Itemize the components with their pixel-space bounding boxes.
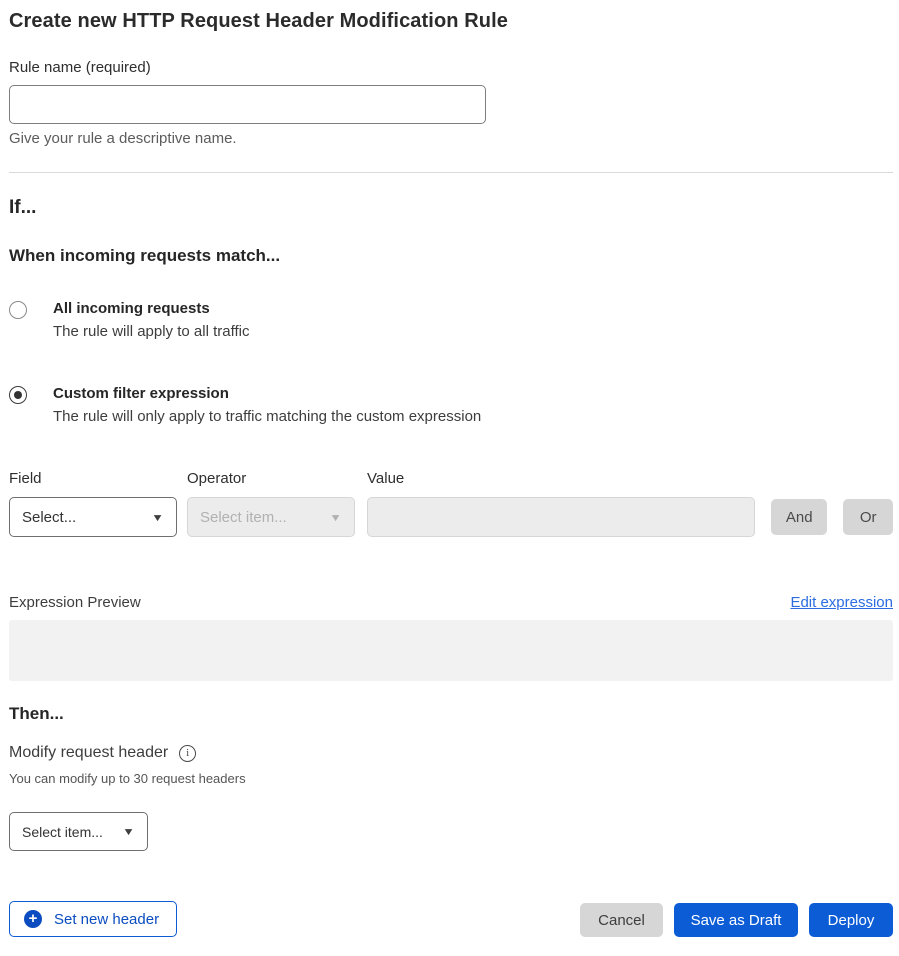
radio-button-selected[interactable] [9,386,27,404]
expression-preview-header: Expression Preview Edit expression [9,594,893,611]
then-heading: Then... [9,704,893,724]
chevron-down-icon: ▼ [329,512,342,522]
section-divider [9,172,893,173]
expression-builder-row: Field Select... ▼ Operator Select item..… [9,470,893,537]
field-select-value: Select... [22,509,76,526]
if-heading: If... [9,197,893,219]
and-button[interactable]: And [771,499,827,535]
create-rule-form: Create new HTTP Request Header Modificat… [0,0,899,956]
save-as-draft-button[interactable]: Save as Draft [674,903,798,937]
value-input [367,497,755,537]
or-button[interactable]: Or [843,499,893,535]
deploy-button[interactable]: Deploy [809,903,893,937]
header-action-select-value: Select item... [22,824,103,840]
plus-icon: + [24,910,42,928]
rule-name-label: Rule name (required) [9,59,893,76]
operator-select-value: Select item... [200,509,287,526]
radio-desc-all-requests: The rule will apply to all traffic [53,323,249,340]
radio-label-all-requests[interactable]: All incoming requests [53,300,249,317]
radio-button-unselected[interactable] [9,301,27,319]
expression-preview-box [9,620,893,681]
chevron-down-icon: ▼ [122,826,135,836]
operator-select: Select item... ▼ [187,497,355,537]
set-new-header-label: Set new header [54,911,159,928]
field-label: Field [9,470,177,487]
modify-help-text: You can modify up to 30 request headers [9,771,893,786]
rule-name-input[interactable] [9,85,486,124]
operator-label: Operator [187,470,355,487]
match-subheading: When incoming requests match... [9,246,893,266]
cancel-button[interactable]: Cancel [580,903,663,937]
radio-label-custom-expression[interactable]: Custom filter expression [53,385,481,402]
modify-request-header-label: Modify request header [9,744,168,762]
info-icon[interactable]: i [179,745,196,762]
edit-expression-link[interactable]: Edit expression [790,594,893,611]
chevron-down-icon: ▼ [151,512,164,522]
footer-actions: Cancel Save as Draft Deploy [580,903,893,937]
expression-preview-label: Expression Preview [9,594,141,611]
radio-desc-custom-expression: The rule will only apply to traffic matc… [53,408,481,425]
value-label: Value [367,470,755,487]
radio-option-custom-expression[interactable]: Custom filter expression The rule will o… [9,385,893,425]
set-new-header-button[interactable]: + Set new header [9,901,177,937]
header-action-select[interactable]: Select item... ▼ [9,812,148,851]
field-select[interactable]: Select... ▼ [9,497,177,537]
radio-option-all-requests[interactable]: All incoming requests The rule will appl… [9,300,893,340]
rule-name-help: Give your rule a descriptive name. [9,130,893,147]
page-title: Create new HTTP Request Header Modificat… [9,10,893,33]
